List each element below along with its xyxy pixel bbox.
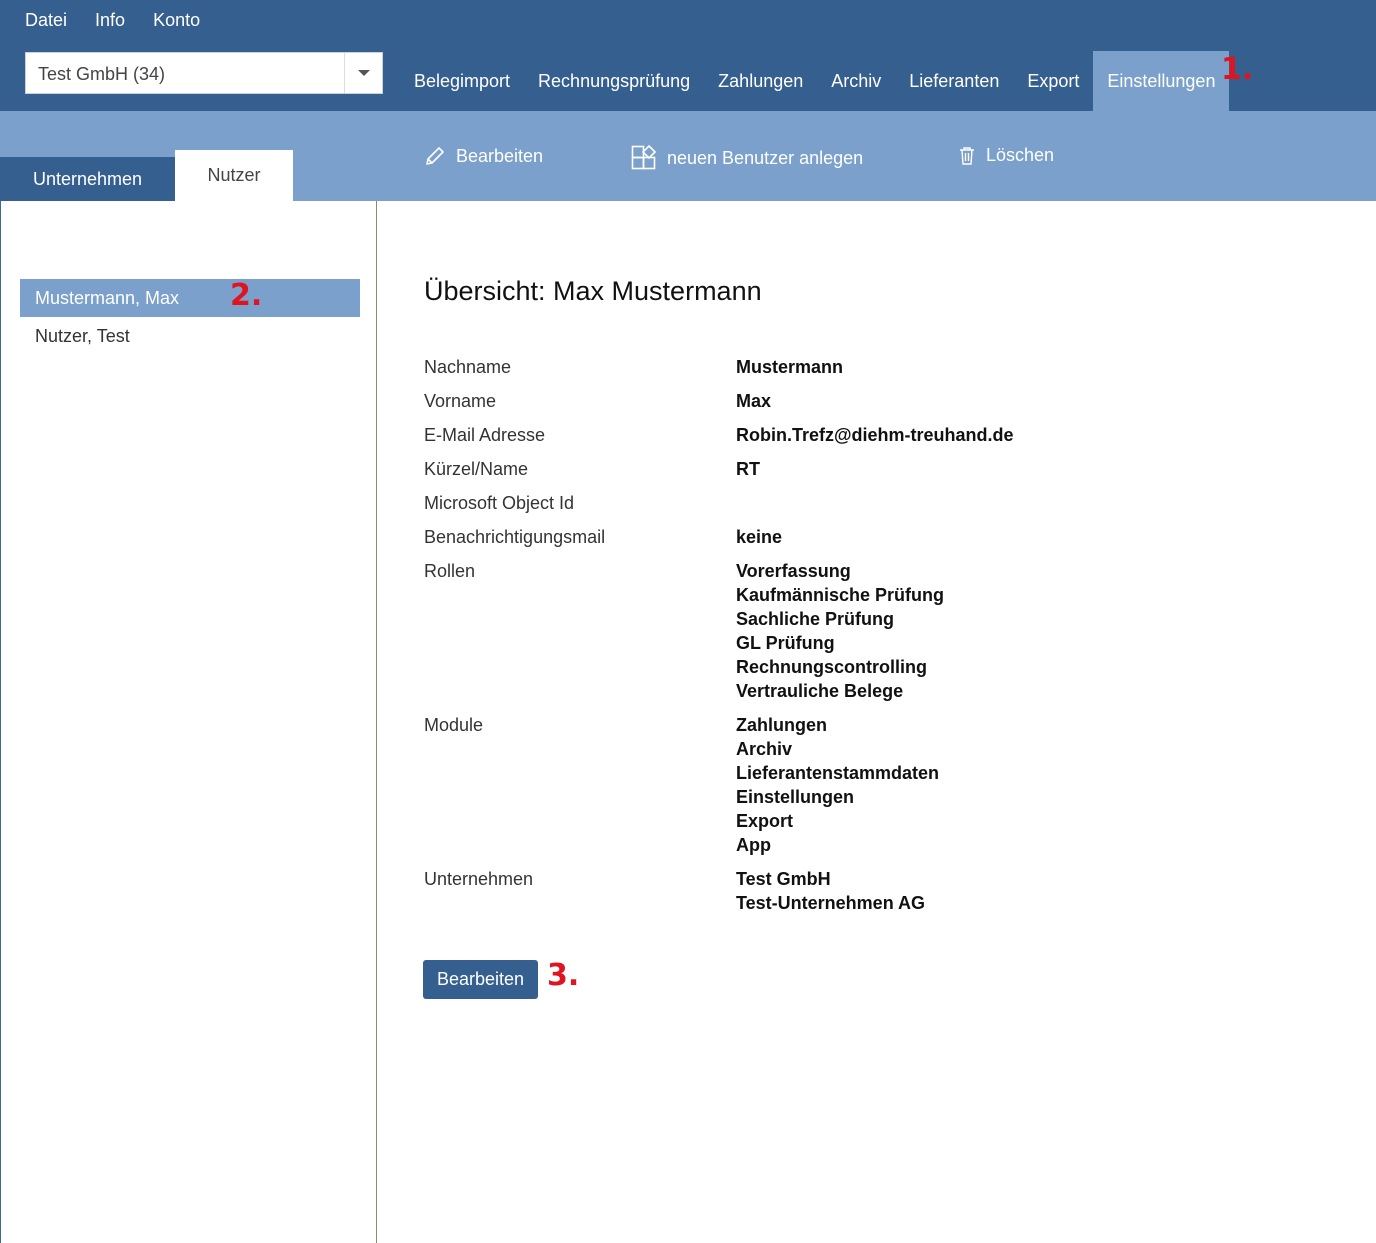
new-user-label: neuen Benutzer anlegen (667, 147, 864, 168)
detail-value: Export (736, 811, 794, 831)
detail-label: Vorname (424, 391, 497, 411)
pencil-icon (424, 145, 446, 167)
detail-value: App (736, 835, 771, 855)
detail-value: GL Prüfung (736, 633, 835, 653)
delete-label: Löschen (986, 145, 1055, 165)
detail-label: Module (424, 715, 484, 735)
detail-value: Robin.Trefz@diehm-treuhand.de (736, 425, 1014, 445)
sub-toolbar: Unternehmen Nutzer Bearbeiten neuen Benu… (0, 111, 1376, 201)
subtab-unternehmen[interactable]: Unternehmen (0, 157, 175, 201)
detail-row: Rollen Vorerfassung Kaufmännische Prüfung S… (424, 559, 1324, 703)
step-marker-1: 1. (1221, 52, 1254, 87)
detail-label: E-Mail Adresse (424, 425, 546, 445)
tab-belegimport[interactable]: Belegimport (400, 51, 524, 111)
tab-einstellungen[interactable]: Einstellungen (1093, 51, 1230, 111)
edit-tool-button[interactable]: Bearbeiten (424, 145, 543, 167)
tab-zahlungen[interactable]: Zahlungen (704, 51, 817, 111)
user-list-pane: Mustermann, Max Nutzer, Test (0, 201, 377, 1243)
tab-archiv[interactable]: Archiv (817, 51, 895, 111)
detail-value: Max (736, 391, 772, 411)
tab-export[interactable]: Export (1013, 51, 1093, 111)
tab-lieferanten[interactable]: Lieferanten (895, 51, 1013, 111)
detail-values: Robin.Trefz@diehm-treuhand.de (736, 423, 1014, 447)
detail-values: keine (736, 525, 782, 549)
page-title: Übersicht: Max Mustermann (424, 276, 762, 306)
list-item[interactable]: Nutzer, Test (20, 317, 360, 355)
detail-row: Unternehmen Test GmbH Test-Unternehmen AG (424, 867, 1324, 915)
detail-value: Vertrauliche Belege (736, 681, 904, 701)
detail-list: Nachname Mustermann Vorname Max E-Mail Adres… (424, 355, 1324, 925)
company-select[interactable]: Test GmbH (34) (25, 52, 383, 94)
chevron-down-icon[interactable] (344, 53, 382, 93)
detail-value: Zahlungen (736, 715, 827, 735)
detail-label: Nachname (424, 357, 512, 377)
company-select-value: Test GmbH (34) (38, 64, 166, 84)
delete-button[interactable]: Löschen (958, 145, 1054, 166)
list-item[interactable]: Mustermann, Max (20, 279, 360, 317)
detail-value: Mustermann (736, 357, 844, 377)
main-nav: Belegimport Rechnungsprüfung Zahlungen A… (400, 51, 1230, 111)
step-marker-2: 2. (230, 278, 263, 313)
detail-row: Module Zahlungen Archiv Lieferantenstammdat… (424, 713, 1324, 857)
edit-tool-label: Bearbeiten (456, 145, 544, 166)
detail-values: Mustermann (736, 355, 843, 379)
detail-label: Rollen (424, 561, 476, 581)
detail-label: Benachrichtigungsmail (424, 527, 606, 547)
edit-button[interactable]: Bearbeiten (423, 960, 538, 999)
detail-value: Einstellungen (736, 787, 855, 807)
trash-icon (958, 146, 976, 166)
detail-label: Unternehmen (424, 869, 534, 889)
detail-label: Microsoft Object Id (424, 493, 575, 513)
detail-value: Kaufmännische Prüfung (736, 585, 945, 605)
menu-datei[interactable]: Datei (25, 10, 67, 31)
detail-values: Test GmbH Test-Unternehmen AG (736, 867, 925, 915)
detail-row: Kürzel/Name RT (424, 457, 1324, 481)
new-user-button[interactable]: neuen Benutzer anlegen (631, 145, 863, 171)
detail-values: Vorerfassung Kaufmännische Prüfung Sachlic… (736, 559, 944, 703)
detail-row: Benachrichtigungsmail keine (424, 525, 1324, 549)
detail-value: keine (736, 527, 783, 547)
detail-value: Rechnungscontrolling (736, 657, 927, 677)
detail-value: Lieferantenstammdaten (736, 763, 940, 783)
detail-value: Test-Unternehmen AG (736, 893, 926, 913)
detail-row: Vorname Max (424, 389, 1324, 413)
detail-value: RT (736, 459, 760, 479)
tab-rechnungspruefung[interactable]: Rechnungsprüfung (524, 51, 704, 111)
detail-value: Test GmbH (736, 869, 831, 889)
detail-label: Kürzel/Name (424, 459, 529, 479)
detail-values: RT (736, 457, 760, 481)
detail-value: Archiv (736, 739, 793, 759)
detail-row: Microsoft Object Id (424, 491, 1324, 515)
detail-row: E-Mail Adresse Robin.Trefz@diehm-treuhand… (424, 423, 1324, 447)
menubar: Datei Info Konto (25, 10, 200, 31)
detail-row: Nachname Mustermann (424, 355, 1324, 379)
subtab-nutzer[interactable]: Nutzer (175, 150, 293, 201)
menu-konto[interactable]: Konto (153, 10, 200, 31)
step-marker-3: 3. (547, 958, 580, 993)
menu-info[interactable]: Info (95, 10, 125, 31)
app-header: Datei Info Konto Test GmbH (34) Belegimp… (0, 0, 1376, 111)
add-grid-icon (631, 145, 657, 171)
detail-value: Vorerfassung (736, 561, 851, 581)
detail-values: Max (736, 389, 771, 413)
detail-value: Sachliche Prüfung (736, 609, 895, 629)
detail-values: Zahlungen Archiv Lieferantenstammdaten Eins… (736, 713, 939, 857)
